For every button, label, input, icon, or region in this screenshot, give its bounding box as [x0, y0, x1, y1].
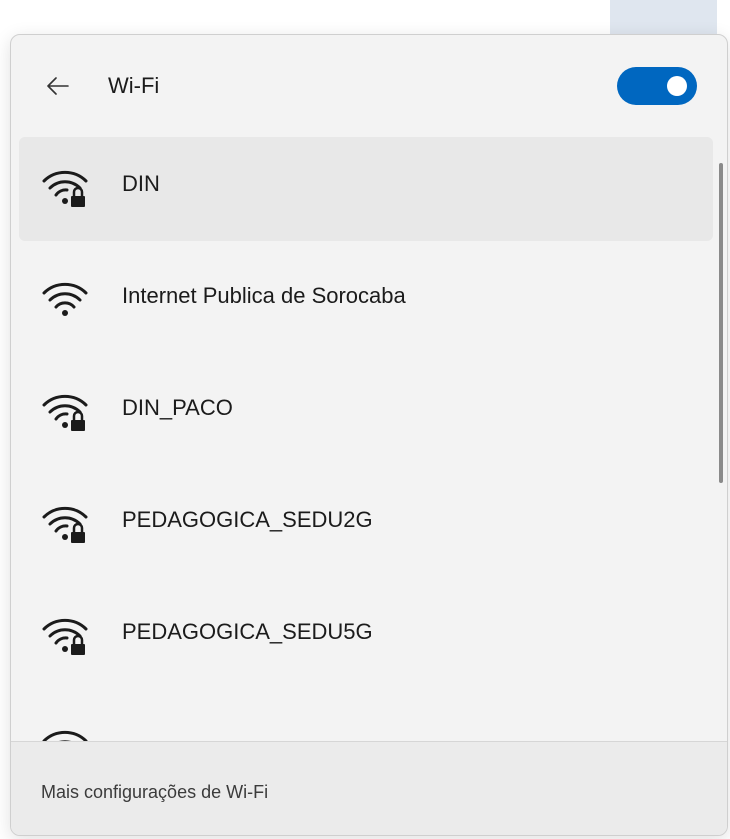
wifi-signal-icon	[42, 282, 88, 316]
network-name: DIN	[122, 171, 160, 196]
network-name: PEDAGOGICA_SEDU5G	[122, 619, 373, 644]
wifi-lock-icon	[42, 618, 88, 655]
wifi-lock-icon	[42, 394, 88, 431]
toggle-knob	[667, 76, 687, 96]
wifi-flyout-panel: Wi-Fi DIN Internet Publica de Sorocaba D…	[10, 34, 728, 836]
network-list: DIN Internet Publica de Sorocaba DIN_PAC…	[19, 137, 713, 741]
network-item[interactable]: DIN_PACO	[19, 361, 713, 465]
network-item[interactable]: PEDAGOGICA_SEDU2G	[19, 473, 713, 577]
wifi-lock-icon	[42, 506, 88, 543]
network-name: PEDAGOGICA_SEDU2G	[122, 507, 373, 532]
back-button[interactable]	[41, 69, 75, 103]
wifi-toggle[interactable]	[617, 67, 697, 105]
footer: Mais configurações de Wi-Fi	[11, 741, 727, 835]
network-item[interactable]	[19, 697, 713, 741]
network-name: Internet Publica de Sorocaba	[122, 283, 406, 308]
network-item[interactable]: DIN	[19, 137, 713, 241]
more-wifi-settings-link[interactable]: Mais configurações de Wi-Fi	[41, 782, 268, 803]
network-name: DIN_PACO	[122, 395, 233, 420]
page-title: Wi-Fi	[108, 73, 160, 98]
network-item[interactable]: PEDAGOGICA_SEDU5G	[19, 585, 713, 689]
wifi-signal-icon	[42, 730, 88, 741]
list-scrollbar[interactable]	[719, 163, 723, 483]
back-arrow-icon	[47, 77, 69, 95]
network-item[interactable]: Internet Publica de Sorocaba	[19, 249, 713, 353]
wifi-lock-icon	[42, 170, 88, 207]
wifi-header: Wi-Fi	[11, 35, 727, 135]
